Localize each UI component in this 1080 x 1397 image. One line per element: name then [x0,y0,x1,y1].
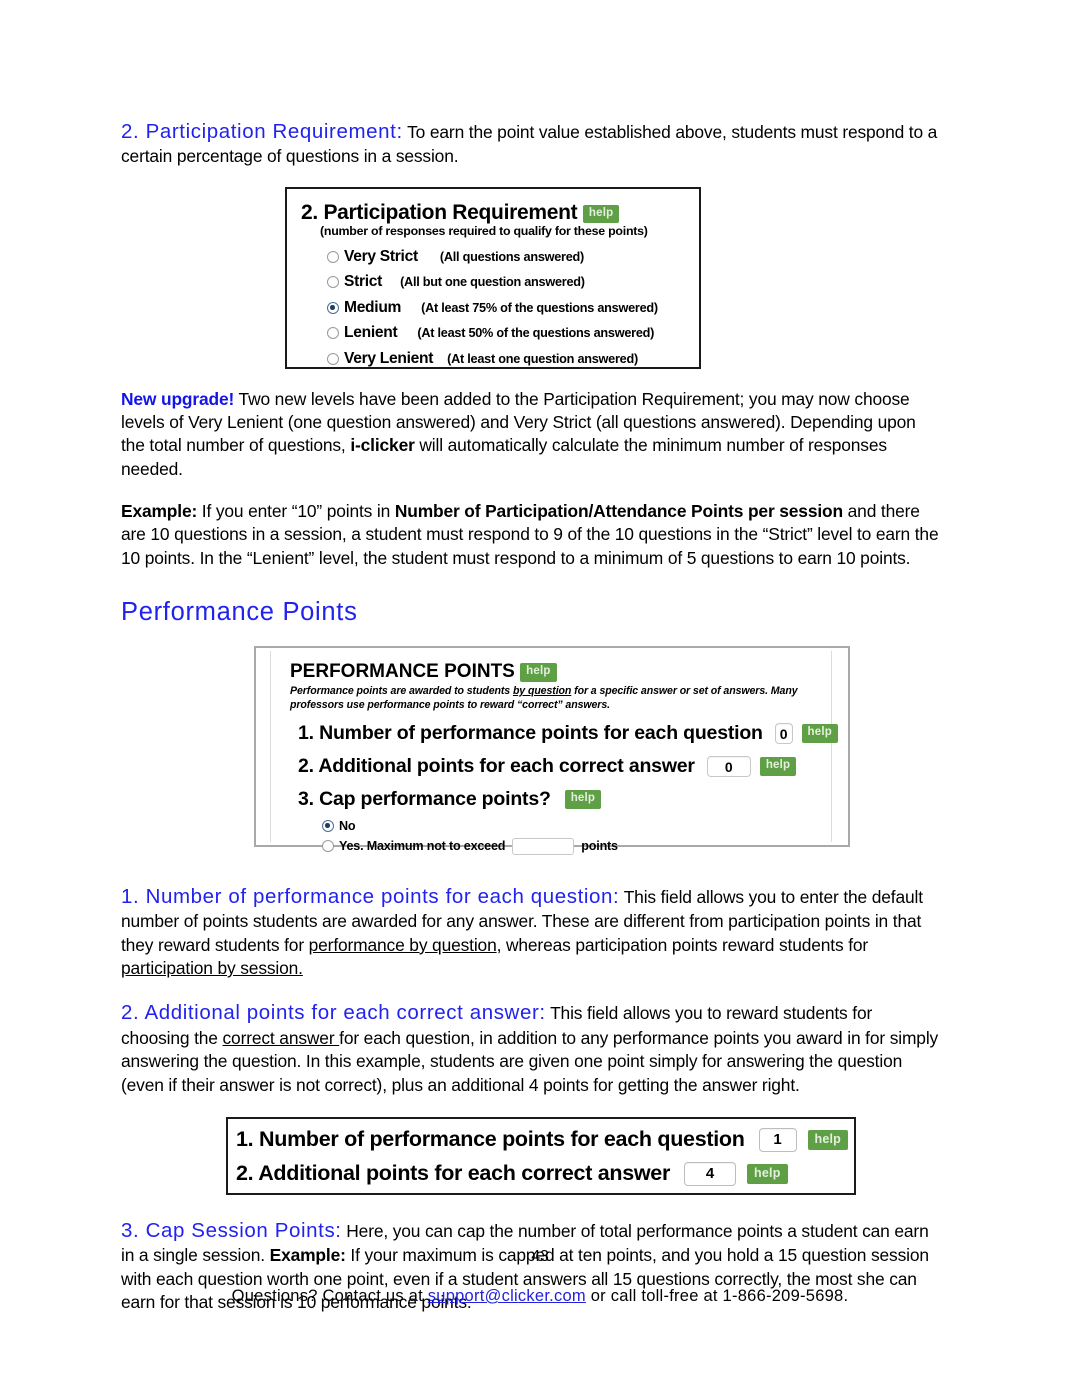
description-underlined: by question [512,685,572,698]
radio-label: Lenient [344,324,398,342]
participation-requirement-heading: 2. Participation Requirement [121,120,397,143]
item-2-heading: 2. Additional points for each correct an… [121,1001,540,1025]
additional-points-input[interactable]: 0 [706,756,751,778]
participation-requirement-paragraph: 2. Participation Requirement: To earn th… [121,118,939,169]
help-badge[interactable]: help [747,1164,788,1184]
performance-points-screenshot: PERFORMANCE POINTS help Performance poin… [254,646,850,855]
footer-text-after: or call toll-free at 1-866-209-5698. [585,1287,849,1305]
radio-icon[interactable] [327,352,339,365]
example-bold-1: Number of Participation/Attendance Point… [394,501,843,522]
field-row-additional-points-filled: 2. Additional points for each correct an… [236,1157,848,1191]
item-1-text-2: , whereas participation points reward st… [496,934,869,955]
help-badge[interactable]: help [582,204,620,224]
radio-icon[interactable] [327,327,339,340]
maximum-points-input[interactable] [512,837,575,855]
radio-icon[interactable] [327,250,339,263]
new-upgrade-tag: New upgrade! [121,388,235,409]
radio-label: Very Lenient [344,349,434,367]
radio-option-medium[interactable]: Medium (At least 75% of the questions an… [327,295,687,321]
radio-option-lenient[interactable]: Lenient (At least 50% of the questions a… [327,320,687,346]
field-label: 2. Additional points for each correct an… [236,1161,671,1186]
cap-points-radio-group: No Yes. Maximum not to exceed points [322,816,618,856]
help-badge[interactable]: help [520,663,557,682]
radio-icon-selected[interactable] [327,301,339,314]
radio-description: (At least one question answered) [447,351,638,366]
item-2-underline-1: correct answer [222,1027,340,1048]
field-label: 1. Number of performance points for each… [236,1127,745,1152]
item-3-heading: 3. Cap Session Points [121,1218,336,1242]
radio-option-yes-maximum[interactable]: Yes. Maximum not to exceed points [322,836,618,856]
example-text-1: If you enter “10” points in [197,501,395,522]
page-title-performance-points: Performance Points [121,597,358,626]
radio-suffix-label: points [581,839,618,854]
cutoff-text-fragment: •• ••• •• [369,189,529,191]
help-badge[interactable]: help [807,1130,848,1150]
radio-icon-selected[interactable] [322,820,334,833]
item-1-heading: 1. Number of performance points for each… [121,885,614,909]
participation-requirement-screenshot: •• ••• •• 2. Participation Requirement h… [285,186,701,369]
performance-points-fields: 1. Number of performance points for each… [298,717,838,816]
radio-icon[interactable] [327,276,339,289]
radio-description: (At least 50% of the questions answered) [417,326,655,341]
screenshot-description: Performance points are awarded to studen… [290,685,830,713]
screenshot-title-text: 2. Participation Requirement [301,200,578,224]
field-label: 3. Cap performance points? [298,788,551,811]
page-number: 43 [531,1248,549,1265]
item-1-underline-1: performance by question [308,934,497,955]
additional-points-input[interactable]: 4 [684,1161,737,1186]
page-content: 2. Participation Requirement: To earn th… [121,118,939,1314]
participation-level-radio-group: Very Strict (All questions answered) Str… [327,244,687,367]
screenshot-title-text: PERFORMANCE POINTS [290,661,515,683]
support-email-link[interactable]: support@clicker.com [428,1287,586,1305]
radio-description: (All questions answered) [439,249,585,264]
screenshot-subtitle: (number of responses required to qualify… [320,223,648,238]
radio-label: No [339,819,356,834]
new-upgrade-paragraph: New upgrade! Two new levels have been ad… [121,388,939,481]
performance-item-1-paragraph: 1. Number of performance points for each… [121,883,939,980]
performance-item-2-paragraph: 2. Additional points for each correct an… [121,999,939,1096]
footer-text-before: Questions? Contact us at [231,1287,428,1305]
radio-description: (All but one question answered) [400,275,585,290]
example-paragraph: Example: If you enter “10” points in Num… [121,500,939,570]
description-text-before: Performance points are awarded to studen… [290,685,513,698]
screenshot-title: PERFORMANCE POINTS help [290,661,557,683]
item-1-underline-2: participation by session. [121,958,303,979]
filled-fields: 1. Number of performance points for each… [236,1123,848,1191]
radio-label: Yes. Maximum not to exceed [339,839,506,854]
field-row-cap-performance-points: 3. Cap performance points? help [298,783,838,816]
radio-option-very-strict[interactable]: Very Strict (All questions answered) [327,244,687,270]
performance-points-input[interactable]: 1 [758,1127,797,1152]
help-badge[interactable]: help [801,724,838,743]
radio-option-very-lenient[interactable]: Very Lenient (At least one question answ… [327,346,687,367]
field-label: 1. Number of performance points for each… [298,722,763,745]
document-page: 2. Participation Requirement: To earn th… [0,0,1080,1397]
radio-option-strict[interactable]: Strict (All but one question answered) [327,269,687,295]
performance-points-input[interactable]: 0 [774,723,793,745]
radio-label: Very Strict [344,247,418,265]
field-label: 2. Additional points for each correct an… [298,755,695,778]
screenshot-title: 2. Participation Requirement help [301,200,620,225]
radio-option-no[interactable]: No [322,816,618,836]
field-row-performance-points: 1. Number of performance points for each… [298,717,838,750]
radio-label: Strict [344,273,383,291]
radio-icon[interactable] [322,840,334,853]
field-row-performance-points-filled: 1. Number of performance points for each… [236,1123,848,1157]
example-tag: Example: [121,501,198,522]
footer-contact-line: Questions? Contact us at support@clicker… [0,1287,1080,1306]
radio-label: Medium [344,298,402,316]
field-row-additional-points: 2. Additional points for each correct an… [298,750,838,783]
new-upgrade-bold-1: i-clicker [350,435,415,456]
help-badge[interactable]: help [759,757,797,776]
help-badge[interactable]: help [564,790,602,809]
radio-description: (At least 75% of the questions answered) [421,300,658,315]
performance-points-filled-screenshot: 1. Number of performance points for each… [226,1116,856,1195]
